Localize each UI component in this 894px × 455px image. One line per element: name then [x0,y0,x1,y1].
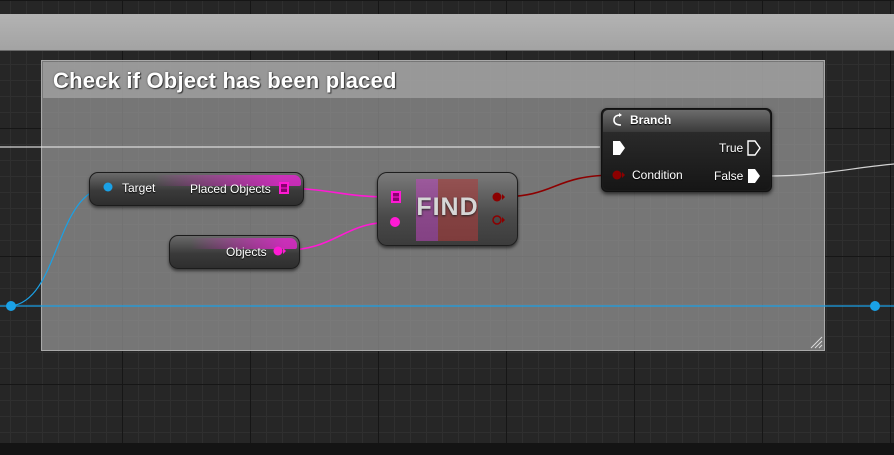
find-array-input-pin-icon[interactable] [390,190,402,204]
condition-pin[interactable] [611,169,625,181]
branch-node-header[interactable] [603,110,770,132]
target-pin[interactable] [102,181,114,193]
find-item-input-pin[interactable] [388,216,402,228]
branch-icon [613,113,622,126]
exec-wire-false-out [765,163,894,177]
objects-pin[interactable] [272,245,286,257]
branch-node-title: Branch [630,113,672,127]
reroute-pin-left[interactable] [5,300,17,312]
find-node[interactable]: FIND [377,172,518,246]
true-exec-output-pin-icon[interactable] [747,140,761,156]
find-found-output-pin[interactable] [491,191,505,203]
condition-pin-label: Condition [632,168,683,182]
reroute-pin-right[interactable] [869,300,881,312]
branch-exec-input-pin-icon[interactable] [612,140,626,156]
objects-pin-label: Objects [226,245,267,259]
false-exec-output-pin-icon[interactable] [747,168,761,184]
placed-objects-pin-label: Placed Objects [190,182,271,196]
find-index-output-pin[interactable] [491,214,505,226]
branch-node-body [603,132,770,190]
false-pin-label: False [714,169,744,183]
target-pin-label: Target [122,181,156,195]
placed-objects-array-pin-icon[interactable] [278,181,290,195]
bottom-panel-bar [0,443,894,455]
true-pin-label: True [719,141,744,155]
